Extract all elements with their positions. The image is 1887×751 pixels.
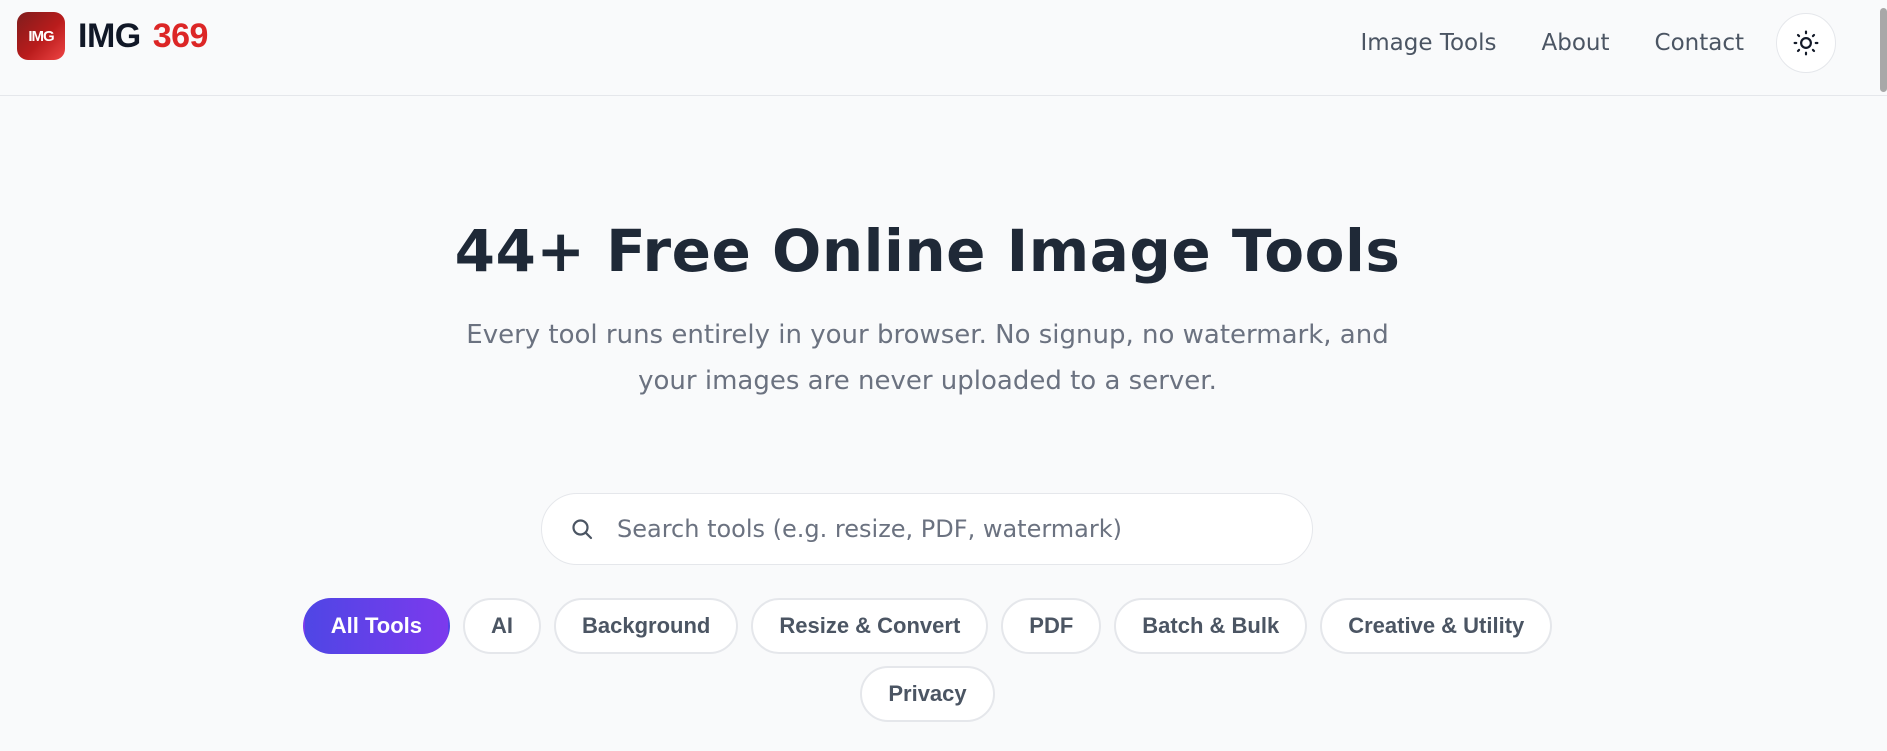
filter-chip-all-tools[interactable]: All Tools: [302, 598, 450, 654]
filter-chip-ai[interactable]: AI: [462, 598, 541, 654]
sun-icon: [1793, 30, 1819, 56]
subtitle-line-1: Every tool runs entirely in your browser…: [466, 320, 1389, 350]
filter-chip-pdf[interactable]: PDF: [1001, 598, 1102, 654]
site-logo[interactable]: IMG IMG 369: [17, 12, 208, 60]
search-box[interactable]: [541, 493, 1313, 565]
search-input[interactable]: [615, 514, 1279, 544]
main-nav: Image Tools About Contact: [1360, 13, 1836, 73]
category-filter-row: All Tools AI Background Resize & Convert…: [0, 598, 1855, 654]
page-title: 44+ Free Online Image Tools: [454, 217, 1401, 285]
filter-chip-batch-bulk[interactable]: Batch & Bulk: [1114, 598, 1308, 654]
filter-chip-privacy[interactable]: Privacy: [860, 666, 995, 722]
logo-word-img: IMG: [78, 16, 141, 55]
theme-toggle-button[interactable]: [1776, 13, 1836, 73]
page-scrollbar-thumb[interactable]: [1880, 8, 1887, 92]
filter-chip-background[interactable]: Background: [553, 598, 739, 654]
nav-link-contact[interactable]: Contact: [1655, 30, 1744, 56]
filter-chip-creative-utility[interactable]: Creative & Utility: [1320, 598, 1553, 654]
logo-wordmark: IMG 369: [78, 17, 208, 56]
logo-word-number: 369: [152, 16, 209, 55]
logo-badge: IMG: [17, 12, 65, 60]
search-icon: [569, 516, 595, 542]
nav-link-image-tools[interactable]: Image Tools: [1360, 30, 1496, 56]
page-subtitle: Every tool runs entirely in your browser…: [0, 312, 1855, 404]
nav-link-about[interactable]: About: [1542, 30, 1610, 56]
subtitle-line-2: your images are never uploaded to a serv…: [638, 366, 1217, 396]
filter-chip-resize-convert[interactable]: Resize & Convert: [751, 598, 989, 654]
site-header: IMG IMG 369 Image Tools About Contact: [0, 0, 1887, 96]
category-filter-row-2: Privacy: [0, 666, 1855, 722]
